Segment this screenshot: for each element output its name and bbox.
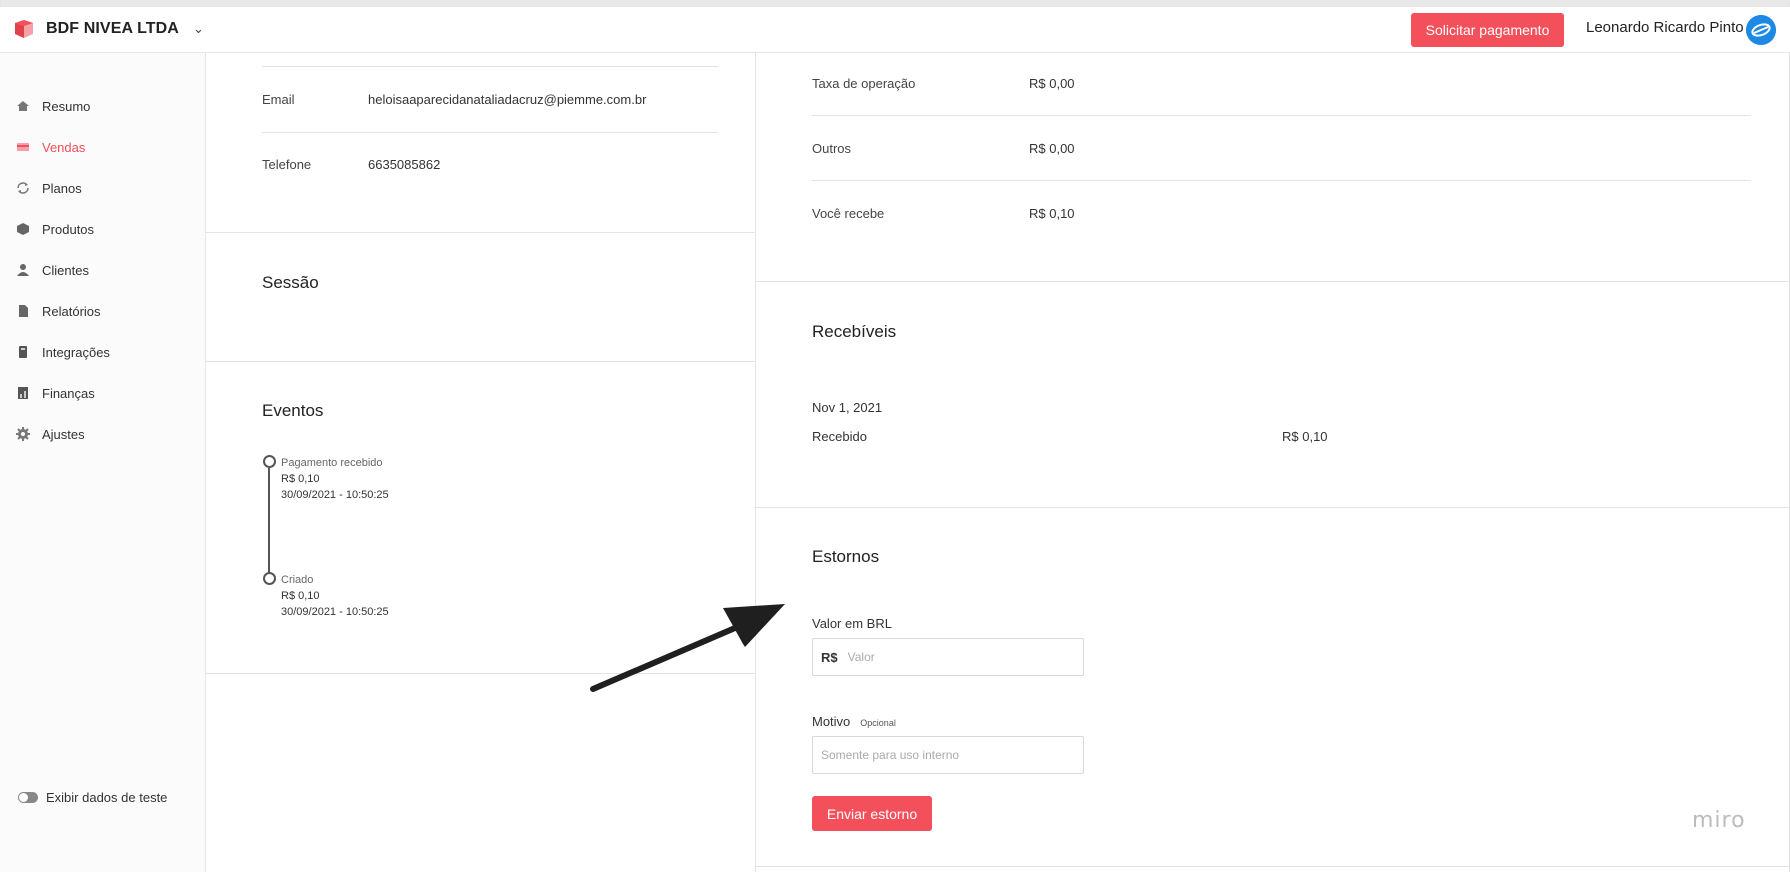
sidebar-item-relatorios[interactable]: Relatórios [16,300,101,322]
email-label: Email [262,92,295,107]
avatar-icon[interactable] [1746,15,1776,45]
sidebar-item-ajustes[interactable]: Ajustes [16,423,85,445]
home-icon [17,101,29,111]
event-datetime: 30/09/2021 - 10:50:25 [281,606,389,618]
currency-prefix: R$ [821,649,838,665]
refunds-title: Estornos [812,547,880,566]
sidebar-item-label: Clientes [42,262,89,278]
user-name[interactable]: Leonardo Ricardo Pinto [1586,19,1744,36]
sidebar-item-label: Produtos [42,221,95,237]
users-icon [17,264,29,276]
refresh-icon [17,182,29,194]
sidebar-item-label: Finanças [42,385,95,401]
timeline-dot [263,572,276,585]
test-data-toggle[interactable]: Exibir dados de teste [18,790,167,805]
gear-icon [16,427,30,441]
fee-value: R$ 0,10 [1029,206,1075,221]
fee-value: R$ 0,00 [1029,76,1075,91]
refund-value-label: Valor em BRL [812,616,892,631]
event-amount: R$ 0,10 [281,590,320,602]
optional-tag: Opcional [860,718,896,728]
toggle-switch[interactable] [18,792,38,803]
fee-label: Outros [812,141,852,156]
company-name: BDF NIVEA LTDA [46,20,179,37]
refund-reason-label: Motivo Opcional [812,714,896,729]
sidebar-item-label: Resumo [42,98,91,114]
sidebar: Resumo Vendas Planos Produtos Clientes R… [0,53,206,872]
chevron-down-icon[interactable]: ⌄ [193,21,204,37]
refund-reason-input[interactable] [821,748,1021,762]
integration-icon [19,346,27,358]
event-item: Pagamento recebido R$ 0,10 30/09/2021 - … [281,455,389,503]
sidebar-item-label: Vendas [42,139,86,155]
event-datetime: 30/09/2021 - 10:50:25 [281,489,389,501]
fee-label: Taxa de operação [812,76,916,91]
receivable-amount: R$ 0,10 [1282,429,1328,444]
sidebar-item-label: Relatórios [42,303,101,319]
miro-watermark: miro [1692,808,1746,833]
phone-value: 6635085862 [368,157,441,172]
box-icon [17,223,29,235]
sidebar-item-integracoes[interactable]: Integrações [16,341,110,363]
report-icon [19,305,28,317]
sidebar-item-produtos[interactable]: Produtos [16,218,94,240]
company-logo-icon [15,20,33,38]
refund-reason-field[interactable] [812,736,1084,774]
annotation-arrow-icon [590,604,785,692]
sidebar-item-planos[interactable]: Planos [16,177,82,199]
refund-value-field[interactable]: R$ [812,638,1084,676]
receivables-title: Recebíveis [812,322,897,341]
event-name: Criado [281,574,314,586]
receivable-status: Recebido [812,429,867,444]
session-title: Sessão [262,273,319,292]
sidebar-item-label: Planos [42,180,82,196]
email-value: heloisaaparecidanataliadacruz@piemme.com… [368,92,647,107]
refund-value-input[interactable] [847,650,1048,664]
sidebar-item-label: Ajustes [42,426,85,442]
event-name: Pagamento recebido [281,457,383,469]
sales-icon [17,143,29,151]
sidebar-item-financas[interactable]: Finanças [16,382,95,404]
phone-label: Telefone [262,157,312,172]
request-payment-button[interactable]: Solicitar pagamento [1411,13,1564,47]
event-item: Criado R$ 0,10 30/09/2021 - 10:50:25 [281,572,389,620]
fee-value: R$ 0,00 [1029,141,1075,156]
sidebar-item-clientes[interactable]: Clientes [16,259,89,281]
submit-refund-button[interactable]: Enviar estorno [812,796,932,831]
timeline-dot [263,455,276,468]
event-amount: R$ 0,10 [281,473,320,485]
company-switcher[interactable]: BDF NIVEA LTDA ⌄ [12,17,204,41]
finance-icon [18,387,28,399]
sidebar-item-vendas[interactable]: Vendas [16,136,85,158]
sidebar-item-label: Integrações [42,344,110,360]
toggle-label: Exibir dados de teste [46,790,168,805]
reason-label-text: Motivo [812,714,851,729]
fee-label: Você recebe [812,206,885,221]
receivable-date: Nov 1, 2021 [812,400,883,415]
top-header: BDF NIVEA LTDA ⌄ Solicitar pagamento Leo… [0,7,1790,53]
events-title: Eventos [262,401,324,420]
sidebar-item-resumo[interactable]: Resumo [16,95,90,117]
timeline-line [268,468,270,578]
